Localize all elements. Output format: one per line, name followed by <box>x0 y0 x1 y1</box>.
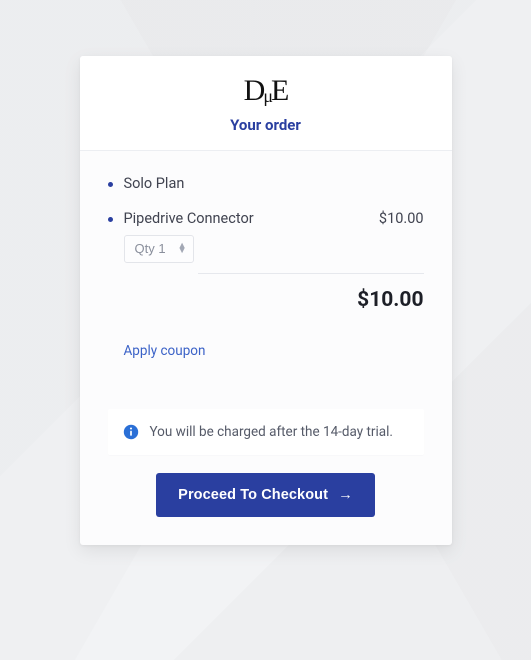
bullet-icon <box>108 182 113 187</box>
trial-notice: You will be charged after the 14-day tri… <box>108 409 424 456</box>
info-icon <box>123 424 139 440</box>
qty-select[interactable]: Qty 1 <box>124 235 194 263</box>
total-row: $10.00 <box>108 288 424 312</box>
brand-logo: DμE <box>244 76 288 106</box>
arrow-right-icon: → <box>338 487 353 503</box>
order-total: $10.00 <box>357 288 423 312</box>
line-item-price: $10.00 <box>379 210 424 227</box>
card-header: DμE Your order <box>80 56 452 151</box>
line-head: Pipedrive Connector $10.00 <box>124 210 424 227</box>
card-body: Solo Plan Pipedrive Connector $10.00 Qty… <box>80 151 452 545</box>
line-item-name: Pipedrive Connector <box>124 210 254 227</box>
notice-text: You will be charged after the 14-day tri… <box>150 424 393 440</box>
qty-wrap: Qty 1 ▲▼ <box>124 235 424 263</box>
checkout-button-label: Proceed To Checkout <box>178 487 328 503</box>
line-item: Pipedrive Connector $10.00 Qty 1 ▲▼ <box>108 210 424 263</box>
divider <box>198 273 424 274</box>
order-card: DμE Your order Solo Plan Pipedrive Conne… <box>80 56 452 545</box>
line-head: Solo Plan <box>124 175 424 192</box>
line-items: Solo Plan Pipedrive Connector $10.00 Qty… <box>108 175 424 263</box>
bullet-icon <box>108 217 113 222</box>
line-item: Solo Plan <box>108 175 424 192</box>
proceed-to-checkout-button[interactable]: Proceed To Checkout → <box>156 473 375 517</box>
apply-coupon-link[interactable]: Apply coupon <box>124 343 206 359</box>
qty-select-wrap: Qty 1 ▲▼ <box>124 235 194 263</box>
line-item-name: Solo Plan <box>124 175 185 192</box>
card-title: Your order <box>96 116 436 134</box>
